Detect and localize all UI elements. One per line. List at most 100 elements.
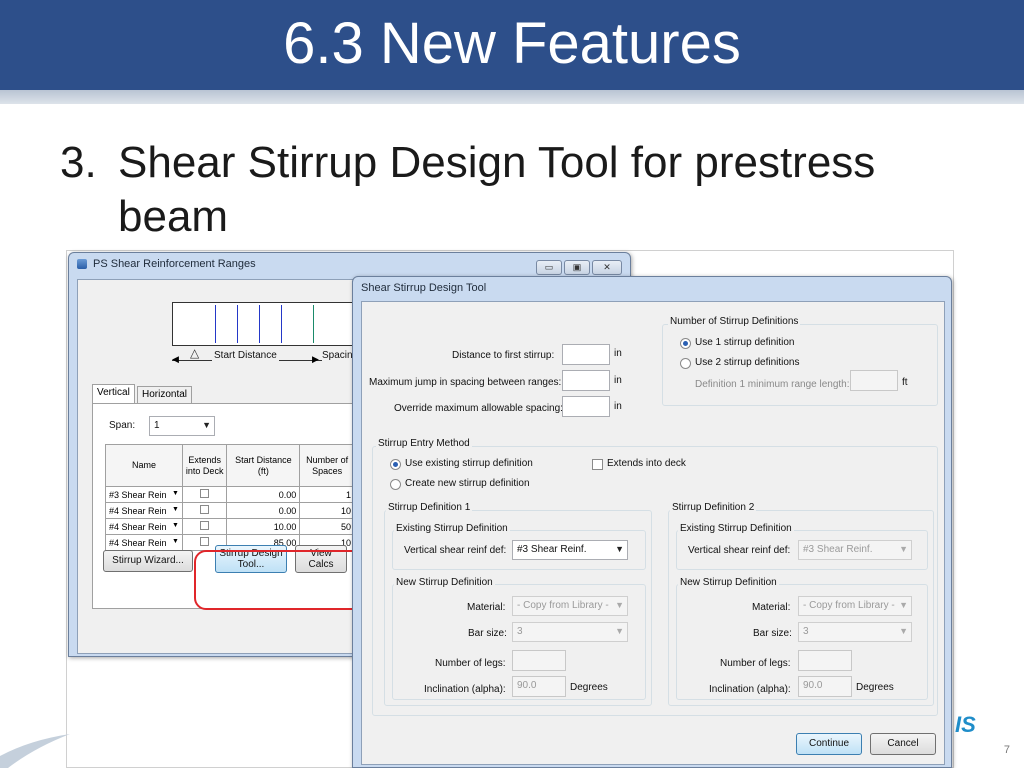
extends-deck-checkbox[interactable]: [592, 459, 603, 470]
def1-legs-input[interactable]: [512, 650, 566, 671]
def1-material-dropdown[interactable]: - Copy from Library - ▼: [512, 596, 628, 616]
chevron-down-icon: ▼: [899, 600, 908, 610]
def1-bar-size-dropdown[interactable]: 3 ▼: [512, 622, 628, 642]
close-icon[interactable]: ✕: [592, 260, 622, 275]
support-triangle-icon: △: [190, 346, 200, 360]
override-label: Override maximum allowable spacing:: [394, 403, 563, 414]
unit-in-2: in: [614, 375, 622, 386]
def1-min-input[interactable]: [850, 370, 898, 391]
distance-first-label: Distance to first stirrup:: [452, 350, 555, 361]
bullet-number: 3.: [60, 138, 97, 187]
start-distance-label: Start Distance: [212, 350, 279, 361]
extends-checkbox[interactable]: [200, 505, 210, 514]
def1-inclination-label: Inclination (alpha):: [424, 684, 506, 695]
stirrup-wizard-button[interactable]: Stirrup Wizard...: [103, 550, 193, 572]
chevron-down-icon: ▼: [615, 626, 624, 636]
table-row[interactable]: #4 Shear Rein ▼ 0.00 10: [105, 502, 355, 519]
max-jump-input[interactable]: [562, 370, 610, 391]
design-tool-window: Shear Stirrup Design Tool Distance to fi…: [352, 276, 952, 768]
table-row[interactable]: #4 Shear Rein ▼ 10.00 50: [105, 518, 355, 535]
arrow-left-icon: ◀: [172, 354, 179, 364]
col-header-name: Name: [105, 444, 183, 487]
col-header-extends: Extends into Deck: [181, 444, 228, 487]
maximize-icon[interactable]: ▣: [564, 260, 590, 275]
unit-in-3: in: [614, 401, 622, 412]
logo: IS: [955, 712, 976, 737]
cancel-button[interactable]: Cancel: [870, 733, 936, 755]
beam-diagram: [172, 302, 372, 346]
span-label: Span:: [109, 420, 136, 431]
def2-legs-label: Number of legs:: [720, 658, 791, 669]
span-dropdown[interactable]: 1 ▼: [149, 416, 215, 436]
definition-2-title: Stirrup Definition 2: [670, 502, 757, 513]
def1-material-label: Material:: [467, 602, 506, 613]
tab-vertical[interactable]: Vertical: [92, 384, 135, 403]
table-row[interactable]: #3 Shear Rein ▼ 0.00 1: [105, 486, 355, 503]
use-one-label: Use 1 stirrup definition: [695, 337, 795, 348]
def2-material-label: Material:: [752, 602, 791, 613]
def1-min-label: Definition 1 minimum range length:: [695, 379, 850, 390]
definition-1-title: Stirrup Definition 1: [386, 502, 473, 513]
tab-horizontal[interactable]: Horizontal: [137, 386, 193, 403]
unit-in-1: in: [614, 348, 622, 359]
title-underline: [0, 90, 1024, 104]
arrow-right-icon: ▶: [312, 354, 319, 364]
def2-degrees-label: Degrees: [856, 682, 894, 693]
tool-window-title: Shear Stirrup Design Tool: [361, 282, 487, 294]
def2-existing-title: Existing Stirrup Definition: [678, 523, 794, 534]
def1-bar-size-label: Bar size:: [468, 628, 507, 639]
use-existing-label: Use existing stirrup definition: [405, 458, 533, 469]
def2-bar-size-label: Bar size:: [753, 628, 792, 639]
chevron-down-icon: ▼: [171, 489, 179, 497]
def2-vertical-dropdown[interactable]: #3 Shear Reinf. ▼: [798, 540, 912, 560]
extends-deck-label: Extends into deck: [607, 458, 686, 469]
extends-checkbox[interactable]: [200, 489, 210, 498]
def2-material-dropdown[interactable]: - Copy from Library - ▼: [798, 596, 912, 616]
continue-button[interactable]: Continue: [796, 733, 862, 755]
chevron-down-icon: ▼: [171, 505, 179, 513]
create-new-radio[interactable]: [390, 479, 401, 490]
use-two-radio[interactable]: [680, 358, 691, 369]
use-one-radio[interactable]: [680, 338, 691, 349]
app-icon: [77, 259, 87, 269]
minimize-icon[interactable]: ▭: [536, 260, 562, 275]
extends-checkbox[interactable]: [200, 537, 210, 546]
def2-inclination-input[interactable]: 90.0: [798, 676, 852, 697]
chevron-down-icon: ▼: [899, 626, 908, 636]
chevron-down-icon: ▼: [171, 537, 179, 545]
def1-degrees-label: Degrees: [570, 682, 608, 693]
chevron-down-icon: ▼: [615, 600, 624, 610]
distance-first-input[interactable]: [562, 344, 610, 365]
max-jump-label: Maximum jump in spacing between ranges:: [369, 377, 562, 388]
def1-inclination-input[interactable]: 90.0: [512, 676, 566, 697]
def2-legs-input[interactable]: [798, 650, 852, 671]
create-new-label: Create new stirrup definition: [405, 478, 530, 489]
unit-ft: ft: [902, 377, 908, 388]
def1-legs-label: Number of legs:: [435, 658, 506, 669]
col-header-start: Start Distance (ft): [226, 444, 301, 487]
stirrup-ranges-table: Name Extends into Deck Start Distance (f…: [105, 444, 355, 551]
def1-vertical-dropdown[interactable]: #3 Shear Reinf. ▼: [512, 540, 628, 560]
def1-existing-title: Existing Stirrup Definition: [394, 523, 510, 534]
chevron-down-icon: ▼: [202, 420, 211, 430]
use-two-label: Use 2 stirrup definitions: [695, 357, 800, 368]
ps-window-title: PS Shear Reinforcement Ranges: [93, 258, 256, 270]
chevron-down-icon: ▼: [171, 521, 179, 529]
swoosh-graphic: [0, 734, 70, 768]
override-input[interactable]: [562, 396, 610, 417]
use-existing-radio[interactable]: [390, 459, 401, 470]
bullet-text: Shear Stirrup Design Tool for prestress …: [118, 138, 876, 241]
tool-window-body: Distance to first stirrup: in Maximum ju…: [361, 301, 945, 765]
def2-new-title: New Stirrup Definition: [678, 577, 779, 588]
slide-title: 6.3 New Features: [283, 11, 741, 76]
highlight-outline: [194, 550, 367, 610]
entry-method-title: Stirrup Entry Method: [376, 438, 472, 449]
def1-new-title: New Stirrup Definition: [394, 577, 495, 588]
col-header-spaces: Number of Spaces: [299, 444, 355, 487]
chevron-down-icon: ▼: [615, 544, 624, 554]
extends-checkbox[interactable]: [200, 521, 210, 530]
num-definitions-title: Number of Stirrup Definitions: [668, 316, 801, 327]
chevron-down-icon: ▼: [899, 544, 908, 554]
def2-bar-size-dropdown[interactable]: 3 ▼: [798, 622, 912, 642]
def1-vertical-label: Vertical shear reinf def:: [404, 545, 507, 556]
